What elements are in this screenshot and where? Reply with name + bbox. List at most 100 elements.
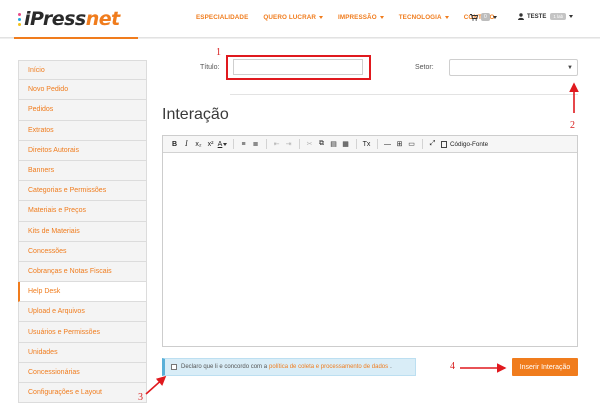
consent-checkbox[interactable] <box>171 364 177 370</box>
nav-item-especialidade[interactable]: ESPECIALIDADE <box>196 14 248 21</box>
table-icon[interactable]: ⊞ <box>394 139 405 150</box>
logo-dots-icon <box>18 12 21 26</box>
toolbar-separator <box>266 139 267 149</box>
sidebar-item-help-desk[interactable]: Help Desk <box>18 282 147 303</box>
maximize-icon[interactable]: ⤢ <box>427 139 438 150</box>
main-nav: ESPECIALIDADE QUERO LUCRAR IMPRESSÃO TEC… <box>196 14 509 21</box>
nav-item-impressao[interactable]: IMPRESSÃO <box>338 14 384 21</box>
sidebar-item-label: Help Desk <box>28 288 61 296</box>
sidebar-item-inicio[interactable]: Início <box>18 60 147 81</box>
privacy-policy-link[interactable]: política de coleta e processamento de da… <box>269 364 388 370</box>
sidebar-item-materiais[interactable]: Materiais e Preços <box>18 201 147 222</box>
sidebar-item-configuracoes[interactable]: Configurações e Layout <box>18 383 147 403</box>
sidebar-item-label: Direitos Autorais <box>28 146 79 154</box>
logo-text-part2: net <box>85 8 121 30</box>
sidebar-item-label: Concessionárias <box>28 368 80 376</box>
sidebar: Início Novo Pedido Pedidos Extratos Dire… <box>18 60 147 403</box>
sidebar-item-label: Novo Pedido <box>28 86 69 94</box>
sidebar-item-concessionarias[interactable]: Concessionárias <box>18 362 147 383</box>
toolbar-separator <box>356 139 357 149</box>
sidebar-item-label: Categorias e Permissões <box>28 187 107 195</box>
sidebar-item-label: Banners <box>28 167 55 175</box>
user-name: TESTE <box>527 13 547 20</box>
sidebar-item-label: Cobranças e Notas Fiscais <box>28 267 112 275</box>
editor-content-area[interactable] <box>163 153 577 346</box>
top-header: iPressnet ESPECIALIDADE QUERO LUCRAR IMP… <box>0 0 600 39</box>
divider <box>230 94 578 95</box>
sidebar-item-label: Configurações e Layout <box>28 389 102 397</box>
sidebar-item-novo-pedido[interactable]: Novo Pedido <box>18 80 147 101</box>
sidebar-item-direitos-autorais[interactable]: Direitos Autorais <box>18 140 147 161</box>
indent-icon[interactable]: ⇥ <box>283 139 294 150</box>
sidebar-item-label: Usuários e Permissões <box>28 328 100 336</box>
sidebar-item-label: Extratos <box>28 126 54 134</box>
source-code-button[interactable]: Código-Fonte <box>441 140 489 148</box>
chevron-down-icon <box>379 16 384 19</box>
sidebar-item-banners[interactable]: Banners <box>18 160 147 182</box>
paste-icon[interactable]: ▤ <box>328 139 339 150</box>
bulleted-list-icon[interactable]: ≣ <box>250 139 261 150</box>
setor-select[interactable]: ▼ <box>449 59 578 76</box>
annotation-number: 3 <box>138 392 143 403</box>
insert-interaction-button[interactable]: Inserir Interação <box>512 358 578 376</box>
chevron-down-icon <box>444 16 449 19</box>
sidebar-item-label: Concessões <box>28 247 67 255</box>
sidebar-item-cobrancas[interactable]: Cobranças e Notas Fiscais <box>18 261 147 283</box>
sidebar-item-label: Início <box>28 66 45 74</box>
chevron-down-icon <box>319 16 324 19</box>
subscript-icon[interactable]: x₂ <box>193 139 204 150</box>
sidebar-item-label: Pedidos <box>28 106 54 114</box>
sidebar-item-usuarios[interactable]: Usuários e Permissões <box>18 322 147 343</box>
nav-label: ESPECIALIDADE <box>196 14 249 21</box>
chevron-down-icon <box>492 15 497 19</box>
consent-text-suffix: . <box>390 364 392 370</box>
sidebar-item-concessoes[interactable]: Concessões <box>18 241 147 262</box>
numbered-list-icon[interactable]: ≡ <box>238 139 249 150</box>
cart-button[interactable]: 0 <box>470 13 497 21</box>
sidebar-item-kits[interactable]: Kits de Materiais <box>18 221 147 242</box>
outdent-icon[interactable]: ⇤ <box>271 139 282 150</box>
user-badge: 1 lab <box>550 13 567 20</box>
nav-label: IMPRESSÃO <box>338 14 377 21</box>
sidebar-item-extratos[interactable]: Extratos <box>18 120 147 141</box>
source-code-label: Código-Fonte <box>450 140 489 148</box>
text-color-icon[interactable]: A <box>217 139 228 150</box>
nav-label: QUERO LUCRAR <box>263 14 317 21</box>
toolbar-separator <box>299 139 300 149</box>
cart-count-badge: 0 <box>481 13 490 21</box>
annotation-number: 4 <box>450 361 455 372</box>
superscript-icon[interactable]: x² <box>205 139 216 150</box>
cart-icon <box>470 13 478 21</box>
user-menu[interactable]: TESTE 1 lab <box>518 13 574 20</box>
rich-text-editor: B I x₂ x² A ≡ ≣ ⇤ ⇥ ✂ ⧉ ▤ ▦ Tx — ⊞ ▭ ⤢ C… <box>162 135 578 347</box>
italic-icon[interactable]: I <box>181 139 192 150</box>
toolbar-separator <box>233 139 234 149</box>
annotation-number: 2 <box>570 120 575 131</box>
logo[interactable]: iPressnet <box>18 6 120 32</box>
remove-format-icon[interactable]: Tx <box>361 139 372 150</box>
nav-item-quero-lucrar[interactable]: QUERO LUCRAR <box>263 14 324 21</box>
toolbar-separator <box>422 139 423 149</box>
paste-text-icon[interactable]: ▦ <box>340 139 351 150</box>
nav-item-tecnologia[interactable]: TECNOLOGIA <box>399 14 449 21</box>
horizontal-line-icon[interactable]: — <box>382 139 393 150</box>
sidebar-item-categorias[interactable]: Categorias e Permissões <box>18 181 147 202</box>
text-color-letter: A <box>217 140 223 148</box>
chevron-down-icon <box>223 142 228 146</box>
nav-label: TECNOLOGIA <box>398 14 442 21</box>
image-icon[interactable]: ▭ <box>406 139 417 150</box>
consent-text-prefix: Declaro que li e concordo com a <box>181 364 268 370</box>
logo-text-part1: iPress <box>24 8 86 30</box>
logo-text: iPressnet <box>24 8 120 30</box>
toolbar-separator <box>377 139 378 149</box>
sidebar-item-upload[interactable]: Upload e Arquivos <box>18 302 147 323</box>
user-icon <box>518 13 524 20</box>
cut-icon[interactable]: ✂ <box>304 139 315 150</box>
copy-icon[interactable]: ⧉ <box>316 139 327 150</box>
document-icon <box>441 140 447 148</box>
sidebar-item-pedidos[interactable]: Pedidos <box>18 100 147 121</box>
bold-icon[interactable]: B <box>169 139 180 150</box>
section-title: Interação <box>162 106 229 123</box>
sidebar-item-unidades[interactable]: Unidades <box>18 342 147 363</box>
title-label: Título: <box>200 64 220 71</box>
